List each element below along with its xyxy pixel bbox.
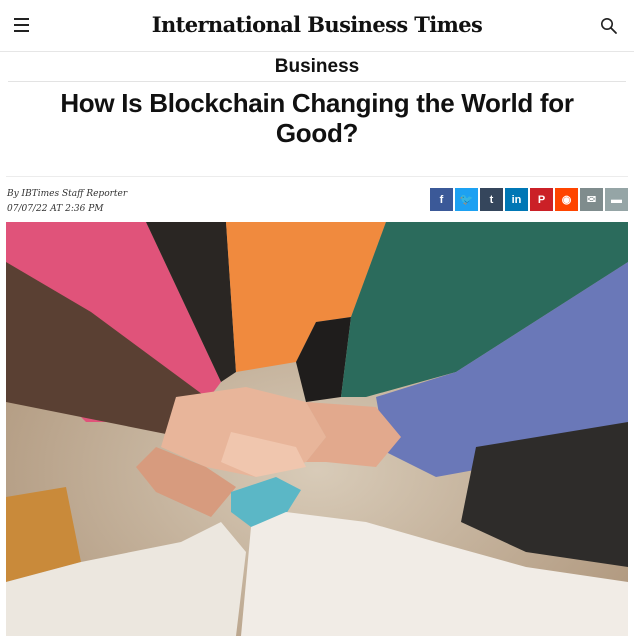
twitter-icon[interactable]: 🐦 bbox=[455, 188, 478, 211]
linkedin-icon[interactable]: in bbox=[505, 188, 528, 211]
site-header: International Business Times bbox=[0, 0, 634, 52]
share-bar: f 🐦 t in P ◉ ✉ ▬ bbox=[430, 188, 628, 211]
email-icon[interactable]: ✉ bbox=[580, 188, 603, 211]
section-label[interactable]: Business bbox=[8, 56, 626, 82]
hands-stacked-photo bbox=[6, 222, 628, 636]
article-headline: How Is Blockchain Changing the World for… bbox=[60, 88, 574, 148]
author-name[interactable]: By IBTimes Staff Reporter bbox=[7, 187, 127, 202]
comment-icon[interactable]: ▬ bbox=[605, 188, 628, 211]
publish-date: 07/07/22 AT 2:36 PM bbox=[7, 204, 104, 214]
tumblr-icon[interactable]: t bbox=[480, 188, 503, 211]
reddit-icon[interactable]: ◉ bbox=[555, 188, 578, 211]
facebook-icon[interactable]: f bbox=[430, 188, 453, 211]
pinterest-icon[interactable]: P bbox=[530, 188, 553, 211]
search-icon[interactable] bbox=[600, 17, 618, 35]
site-logo[interactable]: International Business Times bbox=[0, 12, 634, 37]
divider bbox=[6, 176, 628, 177]
byline: By IBTimes Staff Reporter 07/07/22 AT 2:… bbox=[7, 187, 127, 217]
